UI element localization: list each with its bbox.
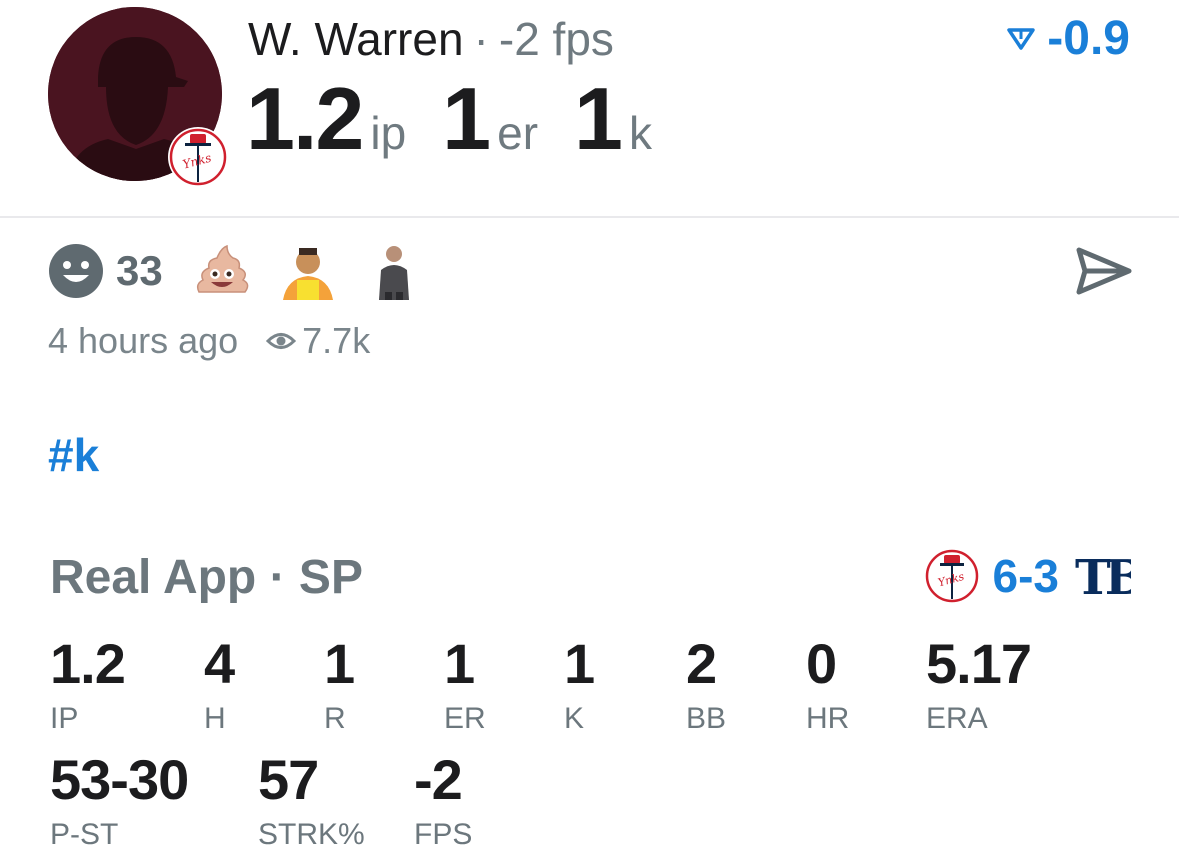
stat-bb: 2 BB — [686, 634, 726, 736]
stat-value: 5.17 — [926, 632, 1032, 695]
eye-icon — [266, 333, 297, 349]
yankees-logo: Ynks — [168, 127, 228, 187]
stat-h: 4 H — [204, 632, 235, 736]
smile-icon[interactable] — [48, 243, 104, 299]
stat-k: 1 K — [564, 632, 595, 736]
stat-label: BB — [686, 702, 727, 735]
post-meta: 4 hours ago 7.7k — [48, 320, 370, 362]
stat-label: ERA — [926, 702, 988, 735]
card-position: SP — [298, 551, 363, 604]
fps-summary: -2 fps — [498, 13, 614, 65]
stat-line-ip-value: 1.2 — [246, 69, 364, 168]
stat-value: 0 — [806, 632, 837, 695]
stat-line-k-value: 1 — [574, 69, 623, 168]
stat-line: 1.2 ip 1 er 1 k — [246, 68, 688, 170]
card-source: Real App — [50, 551, 257, 604]
stat-value: 1 — [444, 632, 475, 695]
stat-label: ER — [444, 702, 486, 735]
stat-value: 57 — [258, 748, 319, 811]
stat-value: -2 — [414, 748, 463, 811]
stat-r: 1 R — [324, 632, 355, 736]
score-text: 6-3 — [992, 550, 1059, 602]
stat-value: 4 — [204, 632, 235, 695]
stat-label: HR — [806, 702, 850, 735]
person-reaction-icon[interactable] — [364, 242, 423, 300]
stat-line-er-unit: er — [497, 107, 539, 159]
stat-era: 5.17 ERA — [926, 632, 1032, 736]
stat-er: 1 ER — [444, 634, 486, 736]
stat-label: STRK% — [258, 818, 365, 851]
game-score[interactable]: Ynks 6-3 TB — [925, 546, 1131, 606]
poop-emoji-icon[interactable] — [193, 242, 251, 300]
stat-line-ip-unit: ip — [370, 107, 407, 159]
yankees-logo: Ynks — [925, 549, 978, 603]
player-name[interactable]: W. Warren — [248, 13, 464, 65]
send-icon[interactable] — [1075, 246, 1133, 296]
stat-label: K — [564, 702, 585, 735]
card-separator: · — [269, 551, 286, 604]
hashtag-link[interactable]: #k — [48, 428, 99, 482]
stat-label: FPS — [414, 818, 473, 851]
rays-logo: TB — [1075, 550, 1131, 602]
time-ago: 4 hours ago — [48, 320, 239, 361]
view-count: 7.7k — [302, 320, 371, 361]
post-header: Ynks W. Warren · -2 fps 1.2 ip 1 er 1 k -0.9 — [0, 0, 1179, 218]
stat-ip: 1.2 IP — [50, 632, 126, 736]
down-triangle-icon — [1007, 28, 1036, 50]
stat-label: P-ST — [50, 818, 119, 851]
reaction-count[interactable]: 33 — [116, 247, 163, 295]
separator: · — [473, 13, 489, 65]
stat-label: IP — [50, 702, 79, 735]
svg-text:TB: TB — [1075, 550, 1131, 602]
stat-value: 1.2 — [50, 632, 126, 695]
stat-value: 1 — [564, 632, 595, 695]
person-reaction-icon[interactable] — [278, 242, 337, 300]
stat-strk-pct: 57 STRK% — [258, 750, 365, 852]
stat-fps: -2 FPS — [414, 750, 472, 852]
stat-label: R — [324, 702, 346, 735]
stat-value: 1 — [324, 632, 355, 695]
stat-label: H — [204, 702, 226, 735]
stat-value: 53-30 — [50, 748, 189, 811]
post-title: W. Warren · -2 fps — [248, 12, 614, 66]
reactions-bar: 33 — [48, 242, 451, 300]
value-delta-text: -0.9 — [1047, 12, 1130, 65]
stat-p-st: 53-30 P-ST — [50, 748, 189, 852]
stat-hr: 0 HR — [806, 634, 849, 736]
stat-value: 2 — [686, 632, 717, 695]
card-title: Real App · SP — [50, 550, 363, 605]
value-delta[interactable]: -0.9 — [1007, 12, 1130, 66]
stat-line-k-unit: k — [628, 107, 652, 159]
stat-line-er-value: 1 — [442, 69, 491, 168]
